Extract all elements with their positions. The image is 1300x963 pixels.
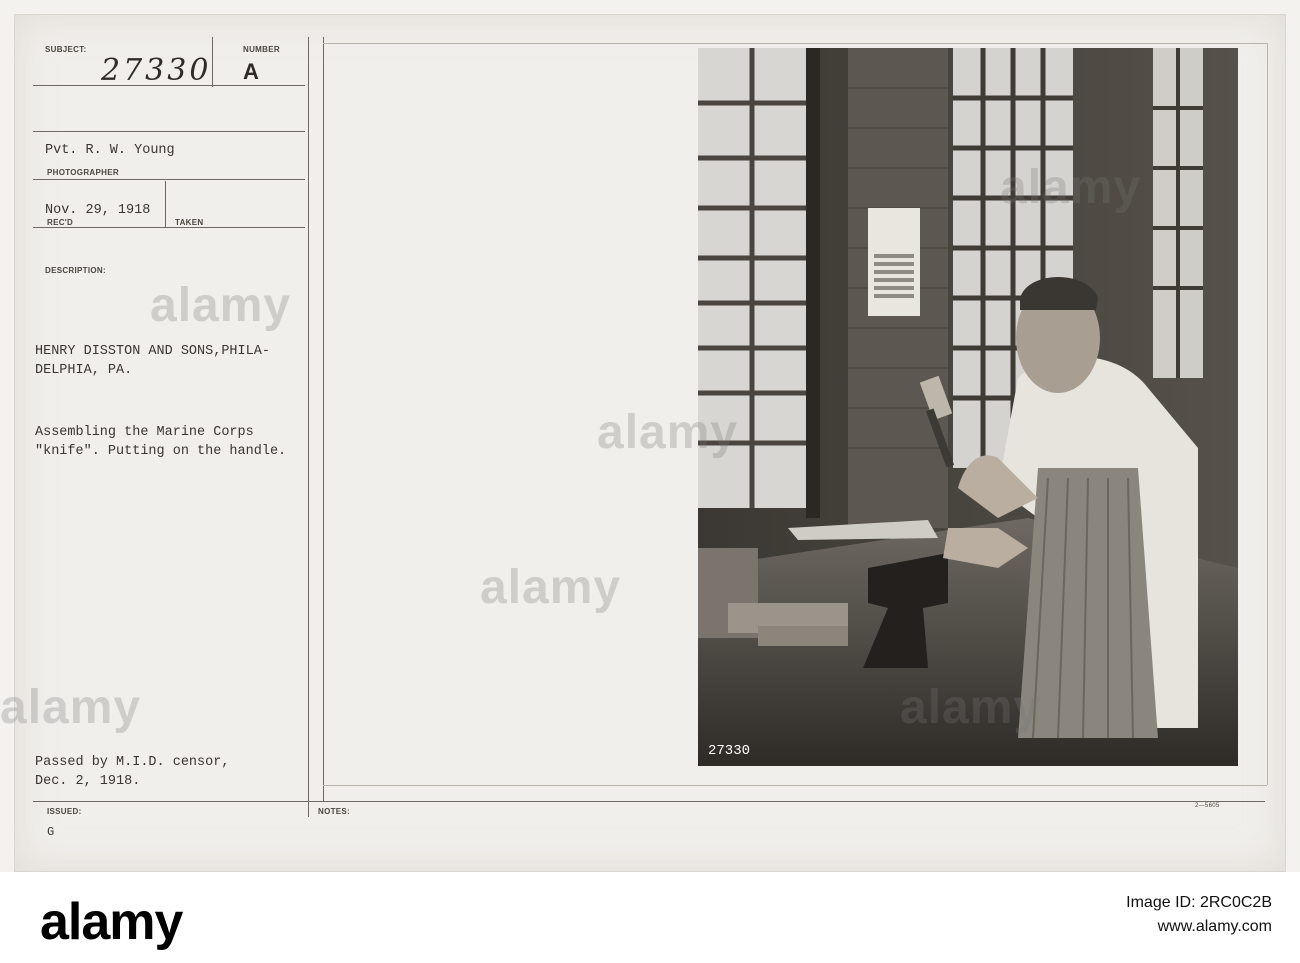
description-label: DESCRIPTION: xyxy=(45,266,106,275)
photo-frame-right xyxy=(1267,43,1268,785)
photographer-value: Pvt. R. W. Young xyxy=(45,143,175,158)
form-code: 2—5605 xyxy=(1195,803,1220,809)
header-divider xyxy=(212,37,213,87)
issued-value: G xyxy=(47,825,55,839)
subject-label: SUBJECT: xyxy=(45,45,87,54)
photo-frame-left xyxy=(323,37,324,801)
caption-line-2: "knife". Putting on the handle. xyxy=(35,444,287,459)
censor-line-2: Dec. 2, 1918. xyxy=(35,774,141,789)
watermark-6: alamy xyxy=(480,561,622,614)
caption-line-1: Assembling the Marine Corps xyxy=(35,425,254,440)
photo-frame-bottom xyxy=(323,785,1267,786)
date-divider xyxy=(165,181,166,227)
bottom-rule xyxy=(33,801,1265,802)
photo-number: 27330 xyxy=(708,743,750,759)
received-label: REC'D xyxy=(47,218,74,227)
issued-label: ISSUED: xyxy=(47,807,82,816)
workshop-photo: 27330 xyxy=(698,48,1238,766)
rule-3 xyxy=(33,179,305,180)
watermark-5: alamy xyxy=(0,681,142,734)
photo-frame-top xyxy=(323,43,1267,44)
workshop-photo-illustration: 27330 xyxy=(698,48,1238,766)
rule-2 xyxy=(33,131,305,132)
left-column-rule xyxy=(308,37,309,817)
watermark-3: alamy xyxy=(1000,161,1142,214)
description-line-2: DELPHIA, PA. xyxy=(35,363,133,378)
alamy-logo[interactable]: alamy xyxy=(40,892,183,952)
image-id: Image ID: 2RC0C2B xyxy=(1126,894,1272,911)
taken-label: TAKEN xyxy=(175,218,204,227)
censor-line-1: Passed by M.I.D. censor, xyxy=(35,755,230,770)
rule-4 xyxy=(33,227,305,228)
subject-value: 27330 xyxy=(101,53,212,88)
photographer-label: PHOTOGRAPHER xyxy=(47,168,119,177)
rule-1 xyxy=(33,85,305,86)
watermark-4: alamy xyxy=(900,681,1042,734)
description-line-1: HENRY DISSTON AND SONS,PHILA- xyxy=(35,344,270,359)
number-value: A xyxy=(243,59,259,84)
footer-bar: alamy Image ID: 2RC0C2B www.alamy.com xyxy=(0,872,1300,963)
number-label: NUMBER xyxy=(243,45,280,54)
watermark-2: alamy xyxy=(597,406,739,459)
watermark-1: alamy xyxy=(150,279,292,332)
notes-label: NOTES: xyxy=(318,807,351,816)
site-link[interactable]: www.alamy.com xyxy=(1158,918,1272,936)
